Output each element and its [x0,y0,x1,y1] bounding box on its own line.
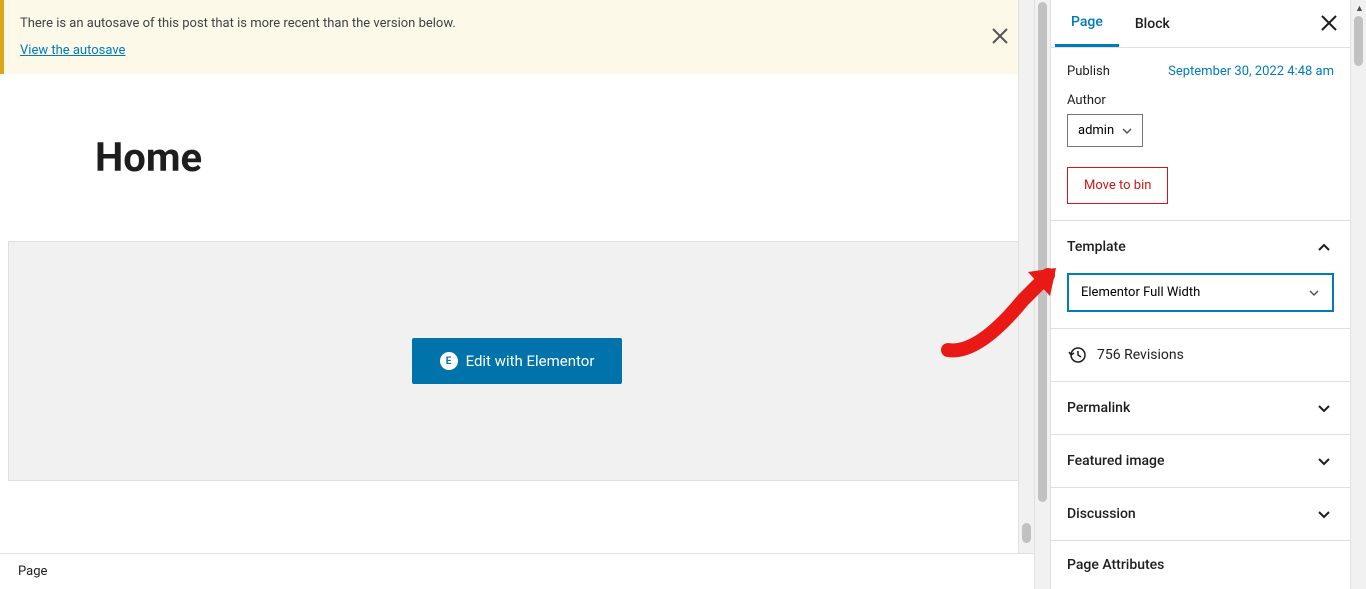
template-select[interactable]: Elementor Full Width [1067,273,1334,312]
template-select-value: Elementor Full Width [1081,285,1200,300]
discussion-section-header[interactable]: Discussion [1051,487,1350,540]
permalink-title: Permalink [1067,400,1130,416]
close-notice-button[interactable] [990,26,1014,50]
template-title: Template [1067,239,1126,255]
scrollbar-thumb[interactable] [1038,2,1047,502]
elementor-icon: E [440,352,458,370]
permalink-section-header[interactable]: Permalink [1051,381,1350,434]
chevron-down-icon [1314,504,1334,524]
tab-page[interactable]: Page [1055,0,1119,47]
scrollbar[interactable] [1035,0,1051,589]
chevron-up-icon [1314,237,1334,257]
revisions-button[interactable]: 756 Revisions [1051,328,1350,381]
scrollbar-thumb[interactable] [1354,16,1363,66]
publish-date-link[interactable]: September 30, 2022 4:48 am [1168,64,1334,79]
author-select-value: admin [1078,123,1114,138]
page-attributes-section-header[interactable]: Page Attributes [1051,540,1350,589]
scrollbar[interactable]: ▲ [1350,0,1366,589]
revisions-label: 756 Revisions [1097,347,1184,363]
author-label: Author [1067,93,1334,108]
close-icon [990,26,1010,46]
discussion-title: Discussion [1067,506,1136,522]
view-autosave-link[interactable]: View the autosave [20,43,125,58]
template-section-header[interactable]: Template [1051,220,1350,273]
history-icon [1067,345,1087,365]
featured-image-section-header[interactable]: Featured image [1051,434,1350,487]
scrollbar[interactable] [1018,0,1034,553]
edit-button-label: Edit with Elementor [466,352,595,370]
chevron-down-icon [1308,287,1320,299]
tab-block[interactable]: Block [1119,0,1186,47]
sidebar-tabs: Page Block [1051,0,1350,48]
scroll-up-arrow-icon: ▲ [1355,3,1364,14]
elementor-area: E Edit with Elementor [8,241,1026,481]
edit-with-elementor-button[interactable]: E Edit with Elementor [412,338,623,384]
close-icon [1320,14,1338,32]
breadcrumb[interactable]: Page [0,553,1034,589]
autosave-text: There is an autosave of this post that i… [20,16,984,31]
close-panel-button[interactable] [1320,14,1338,36]
author-select[interactable]: admin [1067,114,1143,147]
autosave-notice: There is an autosave of this post that i… [0,0,1034,74]
page-title[interactable]: Home [95,134,1034,181]
scrollbar-thumb[interactable] [1022,523,1031,543]
chevron-down-icon [1122,126,1132,136]
publish-label: Publish [1067,64,1110,79]
chevron-down-icon [1314,398,1334,418]
settings-sidebar: Page Block Publish September 30, 2022 4:… [1051,0,1350,589]
move-to-bin-button[interactable]: Move to bin [1067,167,1168,204]
chevron-down-icon [1314,451,1334,471]
featured-image-title: Featured image [1067,453,1165,469]
page-attributes-title: Page Attributes [1067,557,1164,573]
